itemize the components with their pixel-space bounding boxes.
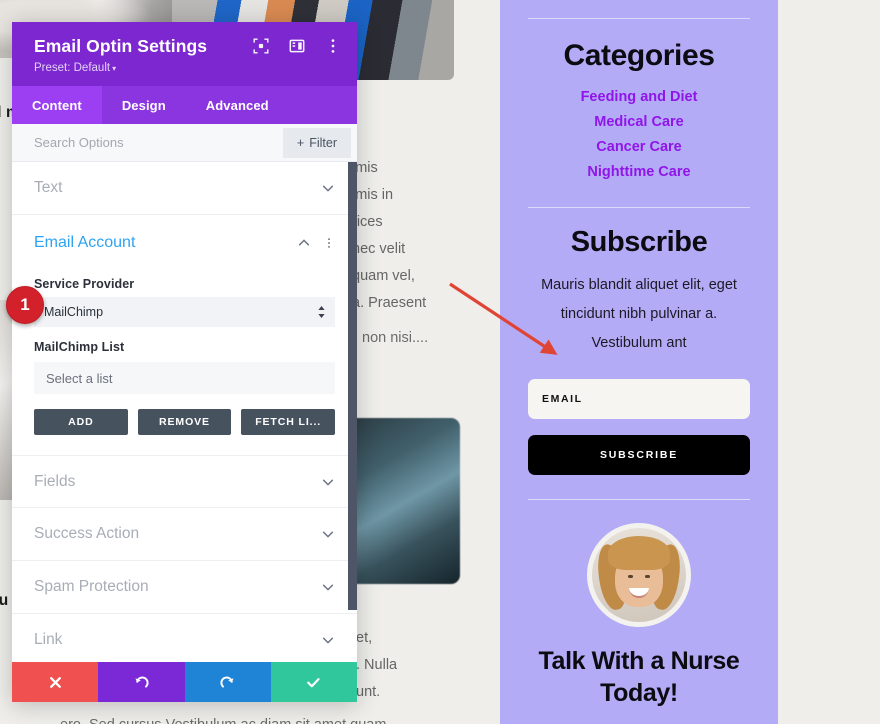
email-input[interactable] bbox=[528, 379, 750, 419]
categories-widget: Categories Feeding and Diet Medical Care… bbox=[500, 19, 778, 185]
modal-body: Text Email Account Service Provider Mail… bbox=[12, 162, 357, 662]
categories-list: Feeding and Diet Medical Care Cancer Car… bbox=[510, 85, 768, 185]
search-row: + Filter bbox=[12, 124, 357, 162]
avatar-eye-left bbox=[628, 575, 633, 578]
fullscreen-icon[interactable] bbox=[253, 38, 269, 54]
section-label: Spam Protection bbox=[34, 578, 149, 595]
subscribe-title: Subscribe bbox=[570, 226, 708, 258]
subscribe-button[interactable]: SUBSCRIBE bbox=[528, 435, 750, 475]
background-line: unt. bbox=[356, 684, 381, 700]
background-line: nec velit bbox=[352, 241, 406, 257]
step-number-badge: 1 bbox=[6, 286, 44, 324]
background-text-center: imis imis in rices nec velit quam vel, a… bbox=[352, 155, 426, 317]
avatar-hair-top bbox=[608, 536, 670, 570]
background-line: a. Praesent bbox=[352, 295, 427, 311]
site-sidebar: Categories Feeding and Diet Medical Care… bbox=[500, 0, 778, 724]
preset-label: Preset: Default bbox=[34, 62, 111, 74]
background-line: et, bbox=[356, 630, 373, 646]
category-link-medical-care[interactable]: Medical Care bbox=[510, 110, 768, 135]
redo-button[interactable] bbox=[184, 662, 271, 702]
background-text-tail: non nisi.... bbox=[362, 330, 429, 346]
category-link-feeding-and-diet[interactable]: Feeding and Diet bbox=[510, 85, 768, 110]
background-line: rices bbox=[352, 214, 383, 230]
modal-scrollbar[interactable] bbox=[348, 162, 357, 662]
section-label: Fields bbox=[34, 472, 76, 490]
screenshot-root: d magna cu t u e; et lig lis es t a imis… bbox=[0, 0, 880, 724]
remove-button[interactable]: REMOVE bbox=[137, 409, 232, 435]
layout-icon[interactable] bbox=[289, 38, 305, 54]
section-label: Text bbox=[34, 179, 63, 196]
mailchimp-list-buttons: ADD REMOVE FETCH LI... bbox=[34, 409, 336, 455]
mailchimp-list-label: MailChimp List bbox=[34, 340, 125, 354]
chevron-down-icon bbox=[322, 479, 334, 486]
tab-content[interactable]: Content bbox=[12, 86, 102, 124]
search-input[interactable] bbox=[34, 135, 283, 150]
chevron-down-icon bbox=[322, 185, 334, 192]
background-text-bottom-wide: ero. Sed cursus Vestibulum ac diam sit a… bbox=[60, 712, 386, 724]
category-link-cancer-care[interactable]: Cancer Care bbox=[510, 135, 768, 160]
chevron-up-icon[interactable] bbox=[297, 236, 311, 250]
section-text[interactable]: Text bbox=[12, 162, 357, 215]
filter-label: Filter bbox=[309, 135, 337, 150]
mailchimp-list-input[interactable] bbox=[34, 362, 335, 394]
avatar-eye-right bbox=[645, 575, 650, 578]
service-provider-field: Service Provider MailChimp bbox=[12, 277, 357, 327]
nurse-title: Talk With a Nurse Today! bbox=[538, 647, 740, 707]
section-email-account-header[interactable]: Email Account bbox=[12, 215, 357, 271]
more-vertical-icon[interactable] bbox=[325, 38, 341, 54]
close-icon bbox=[49, 676, 61, 688]
section-spam-protection[interactable]: Spam Protection bbox=[12, 561, 357, 614]
caret-down-icon: ▾ bbox=[112, 64, 117, 73]
background-line: imis in bbox=[352, 187, 394, 203]
background-image-lower bbox=[340, 418, 460, 584]
section-fields[interactable]: Fields bbox=[12, 455, 357, 508]
category-link-nighttime-care[interactable]: Nighttime Care bbox=[510, 160, 768, 185]
modal-footer bbox=[12, 662, 357, 702]
subscribe-description: Mauris blandit aliquet elit, eget tincid… bbox=[541, 277, 737, 351]
check-icon bbox=[307, 677, 321, 687]
modal-tabs: Content Design Advanced bbox=[12, 86, 357, 124]
service-provider-select[interactable]: MailChimp bbox=[34, 297, 335, 327]
modal-header-icons bbox=[253, 38, 341, 54]
more-vertical-icon[interactable] bbox=[323, 236, 335, 250]
plus-icon: + bbox=[296, 135, 305, 150]
background-line: quam vel, bbox=[352, 268, 415, 284]
section-label: Link bbox=[34, 631, 63, 648]
section-email-account: Email Account Service Provider MailChimp… bbox=[12, 215, 357, 455]
background-heading-2: cu bbox=[0, 592, 9, 609]
categories-title: Categories bbox=[563, 39, 715, 72]
tab-design[interactable]: Design bbox=[102, 86, 186, 124]
section-link[interactable]: Link bbox=[12, 614, 357, 662]
fetch-lists-button[interactable]: FETCH LI... bbox=[241, 409, 336, 435]
undo-icon bbox=[135, 676, 149, 688]
section-success-action[interactable]: Success Action bbox=[12, 508, 357, 561]
chevron-down-icon bbox=[322, 637, 334, 644]
background-text-bottom-right: et, . Nulla unt. bbox=[356, 625, 397, 706]
tab-advanced[interactable]: Advanced bbox=[186, 86, 289, 124]
chevron-down-icon bbox=[322, 531, 334, 538]
undo-button[interactable] bbox=[98, 662, 185, 702]
cancel-button[interactable] bbox=[12, 662, 99, 702]
section-controls bbox=[297, 236, 335, 250]
modal-scrollbar-thumb[interactable] bbox=[348, 162, 357, 610]
section-label: Email Account bbox=[34, 234, 136, 251]
nurse-widget: Talk With a Nurse Today! Mauris blandit … bbox=[500, 500, 778, 724]
service-provider-label: Service Provider bbox=[34, 277, 135, 291]
add-button[interactable]: ADD bbox=[34, 409, 128, 435]
chevron-down-icon bbox=[322, 584, 334, 591]
modal-header: Email Optin Settings Preset: Default ▾ bbox=[12, 22, 357, 86]
filter-button[interactable]: + Filter bbox=[282, 127, 351, 158]
preset-selector[interactable]: Preset: Default ▾ bbox=[34, 62, 339, 74]
background-line: . Nulla bbox=[356, 657, 398, 673]
save-button[interactable] bbox=[270, 662, 357, 702]
email-optin-settings-modal: Email Optin Settings Preset: Default ▾ C… bbox=[12, 22, 357, 702]
section-label: Success Action bbox=[34, 525, 140, 542]
nurse-description: Mauris blandit aliquet elit, eget bbox=[510, 719, 768, 724]
background-line: imis bbox=[352, 160, 378, 176]
subscribe-widget: Subscribe Mauris blandit aliquet elit, e… bbox=[500, 208, 778, 475]
avatar bbox=[587, 523, 691, 627]
mailchimp-list-field: MailChimp List ADD REMOVE FETCH LI... bbox=[12, 340, 357, 455]
redo-icon bbox=[220, 676, 234, 688]
